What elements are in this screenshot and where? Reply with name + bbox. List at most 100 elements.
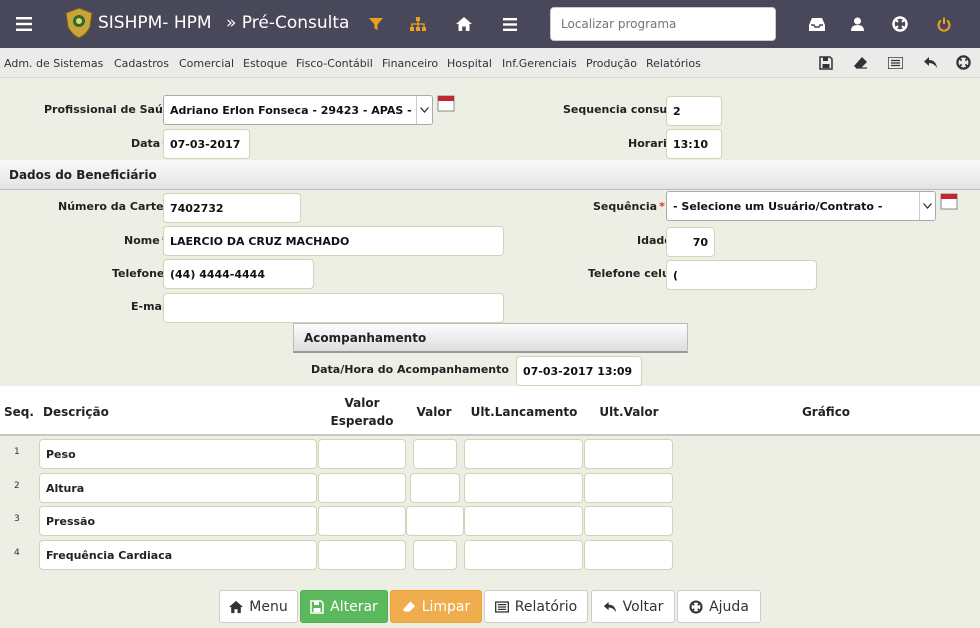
profissional-select[interactable]: Adriano Erlon Fonseca - 29423 - APAS - C… bbox=[163, 95, 433, 125]
page: SISHPM- HPM » Pré-Consulta Adm. de Siste… bbox=[0, 0, 980, 628]
limpar-button[interactable]: Limpar bbox=[390, 590, 482, 623]
ult-valor-cell[interactable] bbox=[584, 439, 673, 469]
filter-icon[interactable] bbox=[362, 10, 390, 38]
inbox-icon[interactable] bbox=[803, 10, 831, 38]
sequencia-consulta-field[interactable]: 2 bbox=[666, 96, 722, 126]
home-icon bbox=[229, 600, 244, 613]
logo-crest-icon bbox=[64, 7, 94, 39]
ult-valor-cell[interactable] bbox=[584, 540, 673, 570]
menu-bar: Adm. de Sistemas Cadastros Comercial Est… bbox=[0, 48, 980, 78]
col-seq: Seq. bbox=[4, 405, 34, 419]
sequencia-value: - Selecione um Usuário/Contrato - bbox=[673, 199, 883, 213]
sitemap-icon[interactable] bbox=[404, 10, 432, 38]
back-arrow-icon[interactable] bbox=[921, 54, 939, 72]
ajuda-button-label: Ajuda bbox=[709, 598, 749, 615]
help-icon[interactable] bbox=[955, 54, 973, 72]
row-seq: 2 bbox=[14, 481, 20, 491]
menu-item-fisco-contabil[interactable]: Fisco-Contábil bbox=[296, 57, 373, 70]
menu-item-relatorios[interactable]: Relatórios bbox=[646, 57, 701, 70]
chevron-down-icon bbox=[919, 192, 935, 220]
row-seq: 4 bbox=[14, 548, 20, 558]
col-descricao: Descrição bbox=[43, 405, 109, 419]
user-icon[interactable] bbox=[843, 10, 871, 38]
help-lifebuoy-icon bbox=[689, 599, 703, 614]
telefone-field[interactable]: (44) 4444-4444 bbox=[163, 259, 314, 289]
breadcrumb: » Pré-Consulta bbox=[226, 13, 350, 33]
descricao-cell[interactable]: Pressão bbox=[39, 506, 317, 536]
acompanhamento-header[interactable]: Acompanhamento bbox=[293, 323, 688, 353]
eraser-icon bbox=[402, 600, 415, 612]
menu-item-cadastros[interactable]: Cadastros bbox=[114, 57, 169, 70]
col-valor-esperado: Valor Esperado bbox=[330, 396, 394, 428]
row-seq: 1 bbox=[14, 447, 20, 457]
list-icon[interactable] bbox=[886, 54, 904, 72]
data-field[interactable]: 07-03-2017 bbox=[163, 129, 250, 159]
descricao-cell[interactable]: Peso bbox=[39, 439, 317, 469]
alterar-button[interactable]: Alterar bbox=[300, 590, 388, 623]
relatorio-button[interactable]: Relatório bbox=[484, 590, 588, 623]
ult-valor-cell[interactable] bbox=[584, 473, 673, 503]
col-ult-valor: Ult.Valor bbox=[599, 405, 659, 419]
col-valor: Valor bbox=[416, 405, 452, 419]
back-arrow-icon bbox=[603, 601, 616, 612]
ult-valor-cell[interactable] bbox=[584, 506, 673, 536]
calendar-icon[interactable] bbox=[940, 192, 958, 210]
app-title: SISHPM- HPM bbox=[98, 13, 212, 33]
celular-field[interactable]: ( bbox=[666, 260, 817, 290]
valor-input[interactable] bbox=[413, 540, 457, 570]
horario-field[interactable]: 13:10 bbox=[666, 129, 722, 159]
descricao-cell[interactable]: Altura bbox=[39, 473, 317, 503]
hamburger-menu-icon[interactable] bbox=[10, 10, 38, 38]
descricao-cell[interactable]: Frequência Cardiaca bbox=[39, 540, 317, 570]
save-icon bbox=[310, 599, 324, 614]
menu-item-adm-sistemas[interactable]: Adm. de Sistemas bbox=[4, 57, 103, 70]
ult-lancamento-cell[interactable] bbox=[464, 506, 583, 536]
menu-item-hospital[interactable]: Hospital bbox=[447, 57, 492, 70]
help-lifebuoy-icon[interactable] bbox=[886, 10, 914, 38]
valor-input[interactable] bbox=[413, 439, 457, 469]
datahora-label: Data/Hora do Acompanhamento bbox=[311, 363, 509, 376]
list-icon bbox=[494, 600, 509, 613]
alterar-button-label: Alterar bbox=[330, 598, 378, 615]
voltar-button-label: Voltar bbox=[622, 598, 664, 615]
list-menu-icon[interactable] bbox=[496, 10, 524, 38]
power-icon[interactable] bbox=[930, 10, 958, 38]
voltar-button[interactable]: Voltar bbox=[591, 590, 675, 623]
valor-input[interactable] bbox=[406, 506, 464, 536]
ult-lancamento-cell[interactable] bbox=[464, 473, 583, 503]
menu-item-comercial[interactable]: Comercial bbox=[179, 57, 234, 70]
limpar-button-label: Limpar bbox=[421, 598, 471, 615]
valor-input[interactable] bbox=[410, 473, 460, 503]
chevron-down-icon bbox=[416, 96, 432, 124]
col-ult-lancamento: Ult.Lancamento bbox=[470, 405, 578, 419]
nome-field[interactable]: LAERCIO DA CRUZ MACHADO bbox=[163, 226, 504, 256]
valor-esperado-input[interactable] bbox=[318, 540, 406, 570]
home-icon[interactable] bbox=[450, 10, 478, 38]
menu-button[interactable]: Menu bbox=[219, 590, 298, 623]
row-seq: 3 bbox=[14, 514, 20, 524]
menu-item-estoque[interactable]: Estoque bbox=[243, 57, 287, 70]
save-icon[interactable] bbox=[817, 54, 835, 72]
menu-item-producao[interactable]: Produção bbox=[586, 57, 637, 70]
carteira-field[interactable]: 7402732 bbox=[163, 193, 301, 223]
valor-esperado-input[interactable] bbox=[318, 439, 406, 469]
eraser-icon[interactable] bbox=[851, 54, 869, 72]
sequencia-select[interactable]: - Selecione um Usuário/Contrato - bbox=[666, 191, 936, 221]
top-bar: SISHPM- HPM » Pré-Consulta bbox=[0, 0, 980, 48]
datahora-field[interactable]: 07-03-2017 13:09 bbox=[516, 356, 642, 386]
valor-esperado-input[interactable] bbox=[318, 473, 406, 503]
menu-button-label: Menu bbox=[249, 598, 288, 615]
ult-lancamento-cell[interactable] bbox=[464, 439, 583, 469]
col-grafico: Gráfico bbox=[801, 405, 851, 419]
idade-field[interactable]: 70 bbox=[666, 227, 715, 257]
email-field[interactable] bbox=[163, 293, 504, 323]
menu-item-financeiro[interactable]: Financeiro bbox=[382, 57, 438, 70]
ajuda-button[interactable]: Ajuda bbox=[677, 590, 761, 623]
valor-esperado-input[interactable] bbox=[318, 506, 406, 536]
calendar-icon[interactable] bbox=[437, 94, 455, 112]
ult-lancamento-cell[interactable] bbox=[464, 540, 583, 570]
relatorio-button-label: Relatório bbox=[514, 598, 578, 615]
nome-label: Nome* bbox=[124, 234, 167, 247]
search-input[interactable] bbox=[550, 7, 776, 41]
menu-item-inf-gerenciais[interactable]: Inf.Gerenciais bbox=[502, 57, 577, 70]
